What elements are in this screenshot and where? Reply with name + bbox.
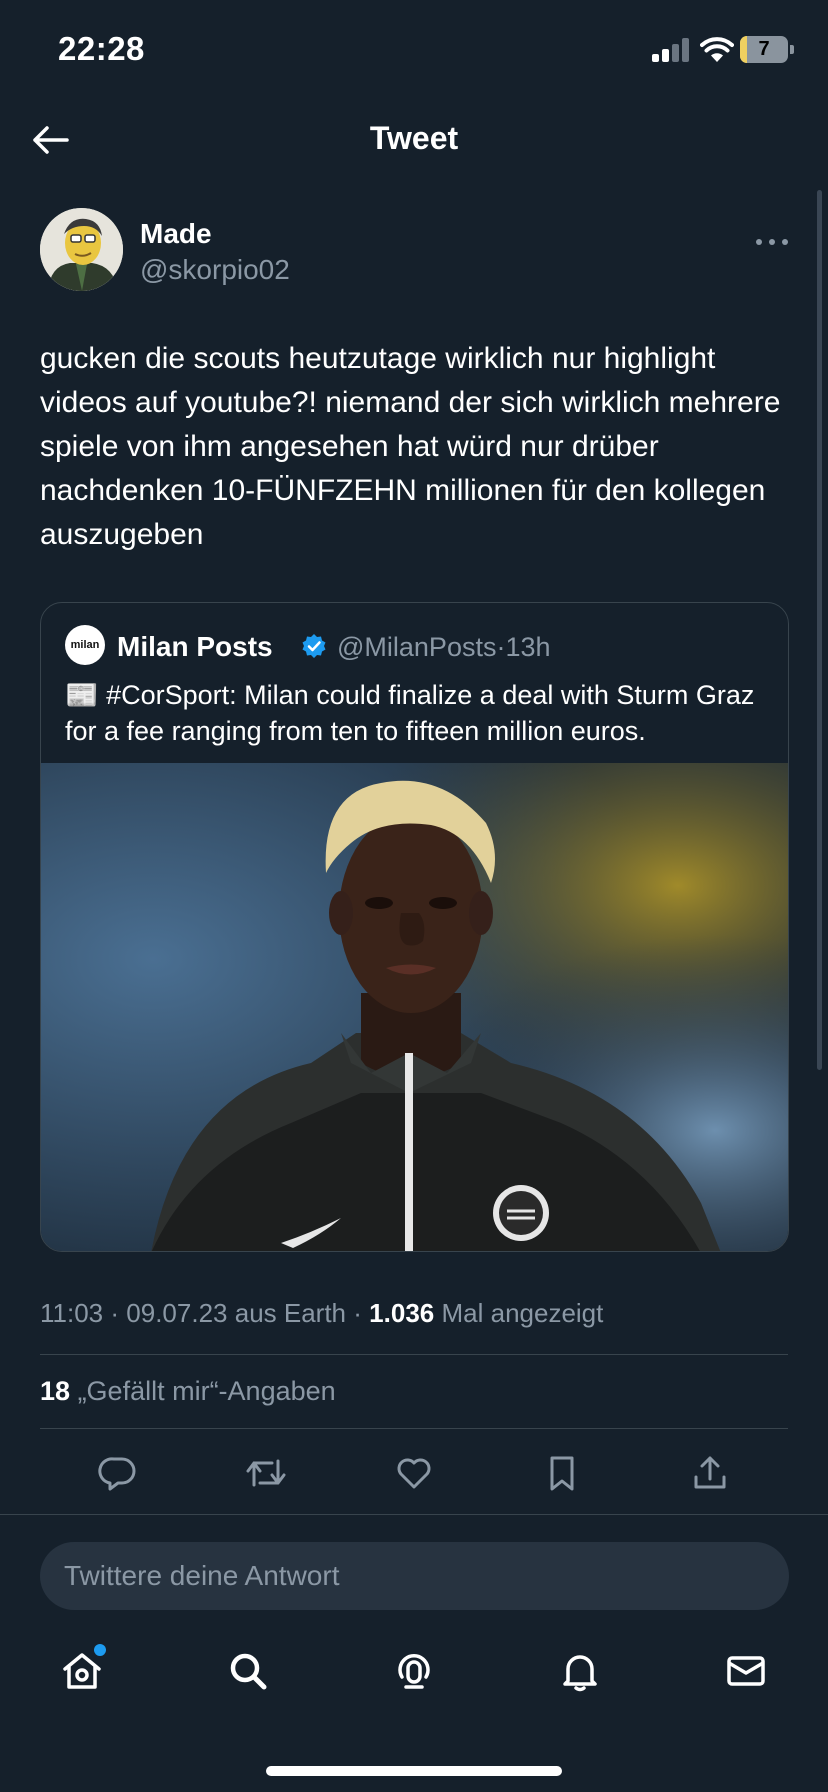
author-handle[interactable]: @skorpio02 — [140, 254, 290, 286]
tab-spaces[interactable] — [384, 1636, 444, 1706]
quoted-handle: @MilanPosts — [337, 632, 497, 662]
spaces-icon — [398, 1654, 430, 1689]
view-label: Mal angezeigt — [441, 1298, 604, 1328]
divider — [0, 1514, 828, 1515]
status-time: 22:28 — [58, 30, 145, 67]
tweet-actions — [40, 1448, 788, 1498]
reply-input[interactable] — [40, 1542, 789, 1610]
quoted-text: 📰 #CorSport: Milan could finalize a deal… — [65, 680, 755, 746]
retweet-icon — [246, 1459, 286, 1487]
messages-icon — [727, 1656, 765, 1686]
battery-icon: 7 — [740, 36, 794, 63]
cellular-signal-icon — [652, 38, 690, 62]
unread-dot — [94, 1644, 106, 1656]
reply-icon — [98, 1457, 136, 1491]
tab-notifications[interactable] — [550, 1636, 610, 1706]
quoted-tweet-header: milan Milan Posts @MilanPosts·13h — [65, 625, 765, 665]
page-title: Tweet — [369, 120, 459, 156]
battery-level: 7 — [758, 38, 770, 60]
top-bar: Tweet — [0, 100, 828, 182]
avatar[interactable] — [40, 208, 123, 291]
retweet-button[interactable] — [241, 1448, 291, 1498]
like-icon — [397, 1458, 431, 1489]
tweet-date: 09.07.23 — [126, 1298, 228, 1328]
bookmark-icon — [550, 1456, 574, 1491]
bottom-tab-bar — [0, 1636, 828, 1716]
more-options-icon[interactable] — [752, 230, 792, 254]
quoted-photo[interactable] — [41, 763, 788, 1251]
wifi-icon — [700, 37, 734, 62]
likes-label: „Gefällt mir“-Angaben — [77, 1376, 336, 1406]
quoted-meta: @MilanPosts·13h — [337, 632, 551, 662]
bookmark-button[interactable] — [537, 1448, 587, 1498]
reply-button[interactable] — [93, 1448, 143, 1498]
quoted-avatar: milan — [65, 625, 105, 665]
verified-badge-icon — [302, 634, 326, 658]
tweet-text: gucken die scouts heutzutage wirklich nu… — [40, 342, 781, 551]
tweet-detail-screen: 22:28 7 Tweet Made @skorpio02 gucken die… — [0, 0, 828, 1792]
tweet-source: aus Earth — [234, 1298, 347, 1328]
divider — [40, 1354, 788, 1355]
likes-row[interactable]: 18 „Gefällt mir“-Angaben — [40, 1376, 336, 1407]
tab-messages[interactable] — [716, 1636, 776, 1706]
divider — [40, 1428, 788, 1429]
view-count: 1.036 — [369, 1298, 435, 1328]
tweet-author: Made @skorpio02 — [40, 208, 790, 292]
search-icon — [230, 1653, 267, 1690]
quoted-tweet[interactable]: milan Milan Posts @MilanPosts·13h 📰 #Cor… — [40, 602, 789, 1252]
likes-count: 18 — [40, 1376, 71, 1406]
share-button[interactable] — [685, 1448, 735, 1498]
status-bar: 22:28 7 — [0, 0, 828, 100]
notifications-icon — [563, 1655, 597, 1692]
tab-search[interactable] — [218, 1636, 278, 1706]
share-icon — [694, 1456, 726, 1489]
tweet-time: 11:03 — [40, 1298, 104, 1328]
like-button[interactable] — [389, 1448, 439, 1498]
scrollbar[interactable] — [817, 190, 822, 1070]
quoted-display-name: Milan Posts — [117, 631, 273, 662]
author-display-name[interactable]: Made — [140, 218, 212, 250]
home-indicator[interactable] — [266, 1766, 562, 1776]
tweet-meta: 11:03 · 09.07.23 aus Earth · 1.036 Mal a… — [40, 1298, 604, 1328]
quoted-age: 13h — [505, 632, 551, 662]
